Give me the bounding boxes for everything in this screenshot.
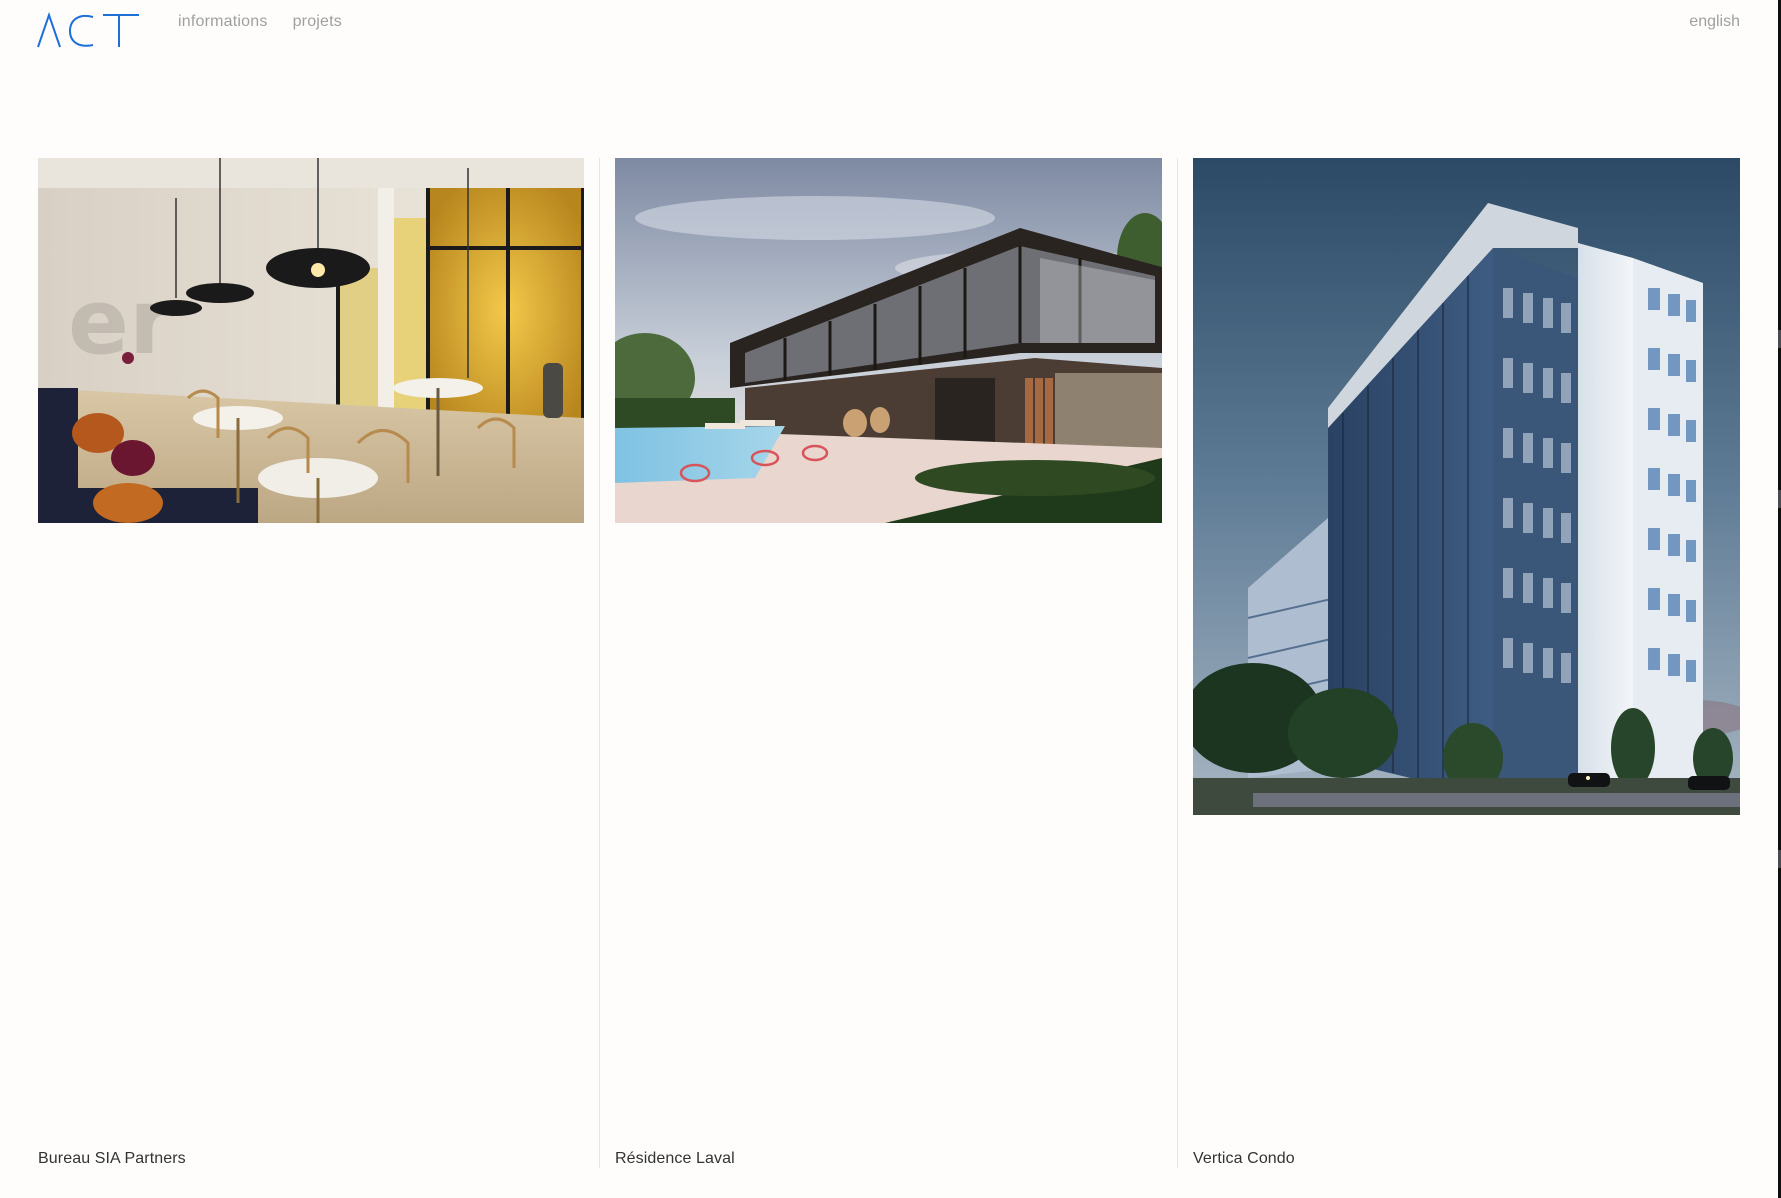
project-card-residence-laval[interactable]: Résidence Laval	[615, 158, 1162, 1168]
project-title: Vertica Condo	[1193, 1150, 1295, 1167]
project-photo: er	[38, 158, 584, 523]
act-logo[interactable]	[37, 12, 140, 48]
project-title: Bureau SIA Partners	[38, 1150, 186, 1167]
main-nav: informations projets	[178, 13, 342, 31]
nav-projets[interactable]: projets	[293, 13, 342, 31]
project-title: Résidence Laval	[615, 1150, 735, 1167]
language-switch[interactable]: english	[1689, 13, 1740, 31]
project-card-bureau-sia[interactable]: er Bureau SIA Partners	[38, 158, 584, 1168]
nav-informations[interactable]: informations	[178, 13, 268, 31]
page: informations projets english er Bureau S…	[0, 0, 1781, 1198]
svg-text:er: er	[68, 270, 174, 375]
project-card-vertica-condo[interactable]: Vertica Condo	[1193, 158, 1740, 1168]
column-divider	[1177, 158, 1178, 1168]
column-divider	[599, 158, 600, 1168]
project-photo	[1193, 158, 1740, 815]
project-photo	[615, 158, 1162, 523]
